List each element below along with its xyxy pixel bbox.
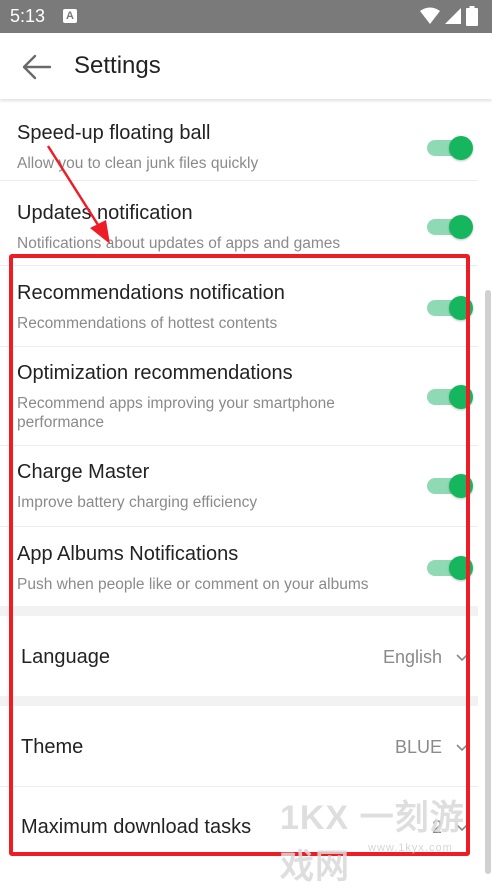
setting-title: App Albums Notifications [17, 543, 239, 565]
language-label: Language [21, 646, 110, 668]
app-notification-icon: A [63, 9, 77, 23]
toggle-thumb [449, 296, 473, 320]
toggle-thumb [449, 385, 473, 409]
battery-icon [466, 6, 478, 26]
back-arrow-icon[interactable] [18, 49, 54, 85]
setting-title: Recommendations notification [17, 282, 285, 304]
theme-value: BLUE [394, 737, 442, 757]
theme-label: Theme [21, 736, 84, 758]
setting-app-albums-notifications[interactable]: App Albums Notifications Push when peopl… [0, 526, 478, 606]
setting-description: Push when people like or comment on your… [17, 576, 369, 593]
charge-master-toggle[interactable] [427, 472, 475, 498]
setting-recommendations-notification[interactable]: Recommendations notification Recommendat… [0, 265, 478, 347]
page-title: Settings [74, 52, 161, 79]
status-time: 5:13 [10, 6, 46, 26]
language-selector[interactable]: Language English [0, 616, 478, 696]
watermark-text: 1KX 一刻游戏网 [280, 799, 465, 886]
toggle-thumb [449, 136, 473, 160]
section-divider [0, 606, 478, 616]
status-bar: 5:13 A [0, 0, 492, 33]
setting-title: Charge Master [17, 461, 150, 483]
setting-description: Improve battery charging efficiency [17, 494, 258, 511]
setting-charge-master[interactable]: Charge Master Improve battery charging e… [0, 445, 478, 527]
toggle-thumb [449, 474, 473, 498]
section-divider [0, 696, 478, 706]
setting-optimization-recommendations[interactable]: Optimization recommendations Recommend a… [0, 346, 478, 446]
setting-title: Optimization recommendations [17, 362, 293, 384]
updates-notification-toggle[interactable] [427, 213, 475, 239]
toggle-thumb [449, 556, 473, 580]
wifi-icon [420, 7, 440, 24]
toggle-thumb [449, 215, 473, 239]
annotation-arrow-icon [46, 145, 110, 244]
app-albums-notifications-toggle[interactable] [427, 554, 475, 580]
language-value: English [382, 647, 442, 667]
max-download-tasks-label: Maximum download tasks [21, 816, 252, 838]
setting-description: Recommend apps improving your smartphone… [17, 395, 335, 431]
app-bar: Settings [0, 33, 492, 99]
setting-description: Recommendations of hottest contents [17, 315, 278, 332]
watermark-logo: 1KX 一刻游戏网 www.1kyx.com [280, 790, 492, 888]
scrollbar-thumb[interactable] [485, 290, 491, 874]
optimization-recommendations-toggle[interactable] [427, 383, 475, 409]
recommendations-notification-toggle[interactable] [427, 294, 475, 320]
watermark-url: www.1kyx.com [368, 842, 453, 854]
signal-icon [445, 8, 461, 24]
speedup-floating-ball-toggle[interactable] [427, 134, 475, 160]
chevron-down-icon [456, 744, 468, 752]
theme-selector[interactable]: Theme BLUE [0, 706, 478, 787]
chevron-down-icon [456, 654, 468, 662]
